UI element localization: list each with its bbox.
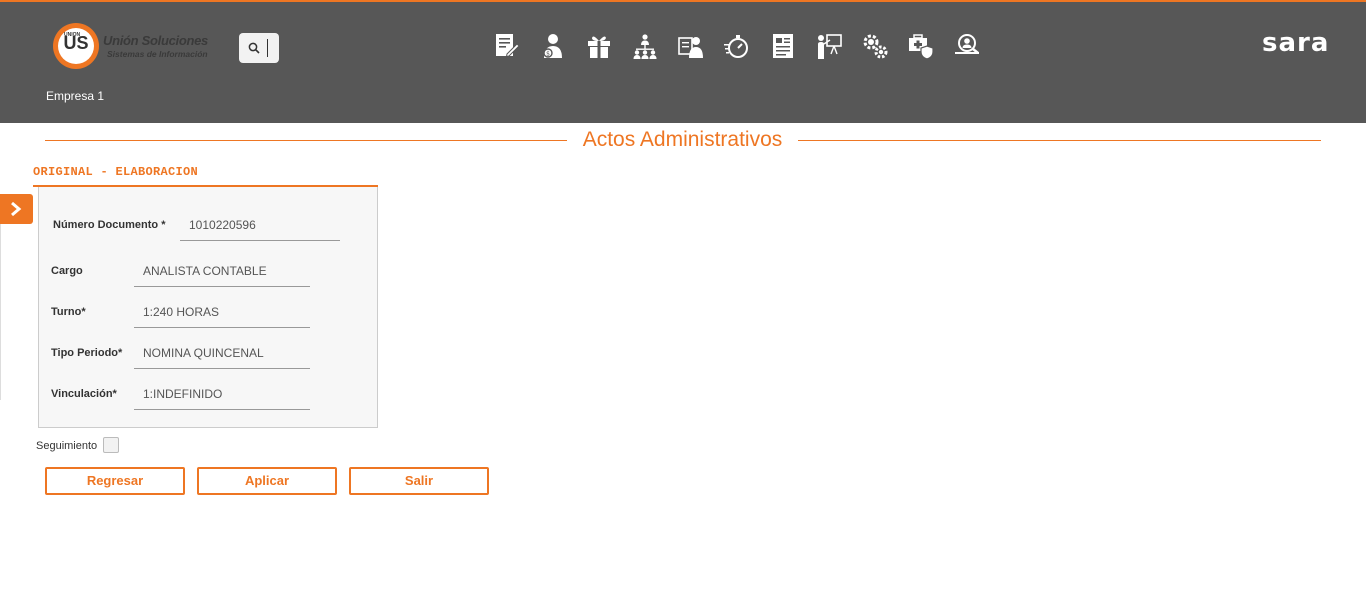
- title-divider-left: [45, 140, 567, 141]
- user-money-icon[interactable]: $: [539, 32, 567, 60]
- user-search-icon[interactable]: [953, 32, 981, 60]
- logo-subtitle: Sistemas de Información: [107, 49, 208, 59]
- logo-title: Unión Soluciones: [103, 33, 208, 48]
- employee-form: Número Documento * 1010220596 Cargo ANAL…: [38, 187, 378, 428]
- seguimiento-checkbox[interactable]: [103, 437, 119, 453]
- chevron-right-icon: [11, 201, 22, 217]
- turno-input[interactable]: 1:240 HORAS: [134, 305, 310, 328]
- turno-label: Turno*: [51, 306, 86, 318]
- vinculacion-input[interactable]: 1:INDEFINIDO: [134, 387, 310, 410]
- top-bar: UNION US Unión Soluciones Sistemas de In…: [0, 0, 1366, 123]
- tipo-periodo-label: Tipo Periodo*: [51, 347, 123, 359]
- numero-documento-label: Número Documento *: [53, 219, 165, 231]
- tipo-periodo-input[interactable]: NOMINA QUINCENAL: [134, 346, 310, 369]
- seguimiento-label: Seguimiento: [36, 440, 98, 452]
- cargo-label: Cargo: [51, 265, 83, 277]
- salir-button[interactable]: Salir: [349, 467, 489, 495]
- svg-text:$: $: [546, 51, 550, 58]
- side-panel-edge: [0, 224, 1, 400]
- report-document-icon[interactable]: [769, 32, 797, 60]
- side-panel-toggle[interactable]: [0, 194, 33, 224]
- sara-brand-text: sara: [1262, 30, 1329, 56]
- required-mark: *: [161, 219, 166, 231]
- org-chart-icon[interactable]: [631, 32, 659, 60]
- sara-brand-logo: sara: [1262, 30, 1329, 56]
- title-divider-right: [798, 140, 1321, 141]
- search-icon: [248, 42, 260, 54]
- gears-icon[interactable]: [861, 32, 889, 60]
- logo-us-text: US: [63, 33, 89, 53]
- page-title-bar: Actos Administrativos: [45, 128, 1321, 152]
- gift-icon[interactable]: [585, 32, 613, 60]
- page-title: Actos Administrativos: [582, 128, 783, 151]
- search-button[interactable]: [239, 33, 279, 63]
- numero-documento-label-text: Número Documento: [53, 219, 159, 231]
- user-id-card-icon[interactable]: [677, 32, 705, 60]
- numero-documento-input[interactable]: 1010220596: [180, 218, 340, 241]
- cargo-input[interactable]: ANALISTA CONTABLE: [134, 264, 310, 287]
- union-soluciones-logo[interactable]: UNION US Unión Soluciones Sistemas de In…: [53, 23, 218, 69]
- search-caret: [267, 39, 268, 57]
- regresar-button[interactable]: Regresar: [45, 467, 185, 495]
- vinculacion-label: Vinculación*: [51, 388, 117, 400]
- document-edit-icon[interactable]: [493, 32, 521, 60]
- aplicar-button[interactable]: Aplicar: [197, 467, 337, 495]
- section-title: ORIGINAL - ELABORACION: [33, 165, 199, 179]
- company-name: Empresa 1: [46, 89, 105, 103]
- stopwatch-icon[interactable]: [723, 32, 751, 60]
- presenter-board-icon[interactable]: [815, 32, 843, 60]
- medical-kit-shield-icon[interactable]: [907, 32, 935, 60]
